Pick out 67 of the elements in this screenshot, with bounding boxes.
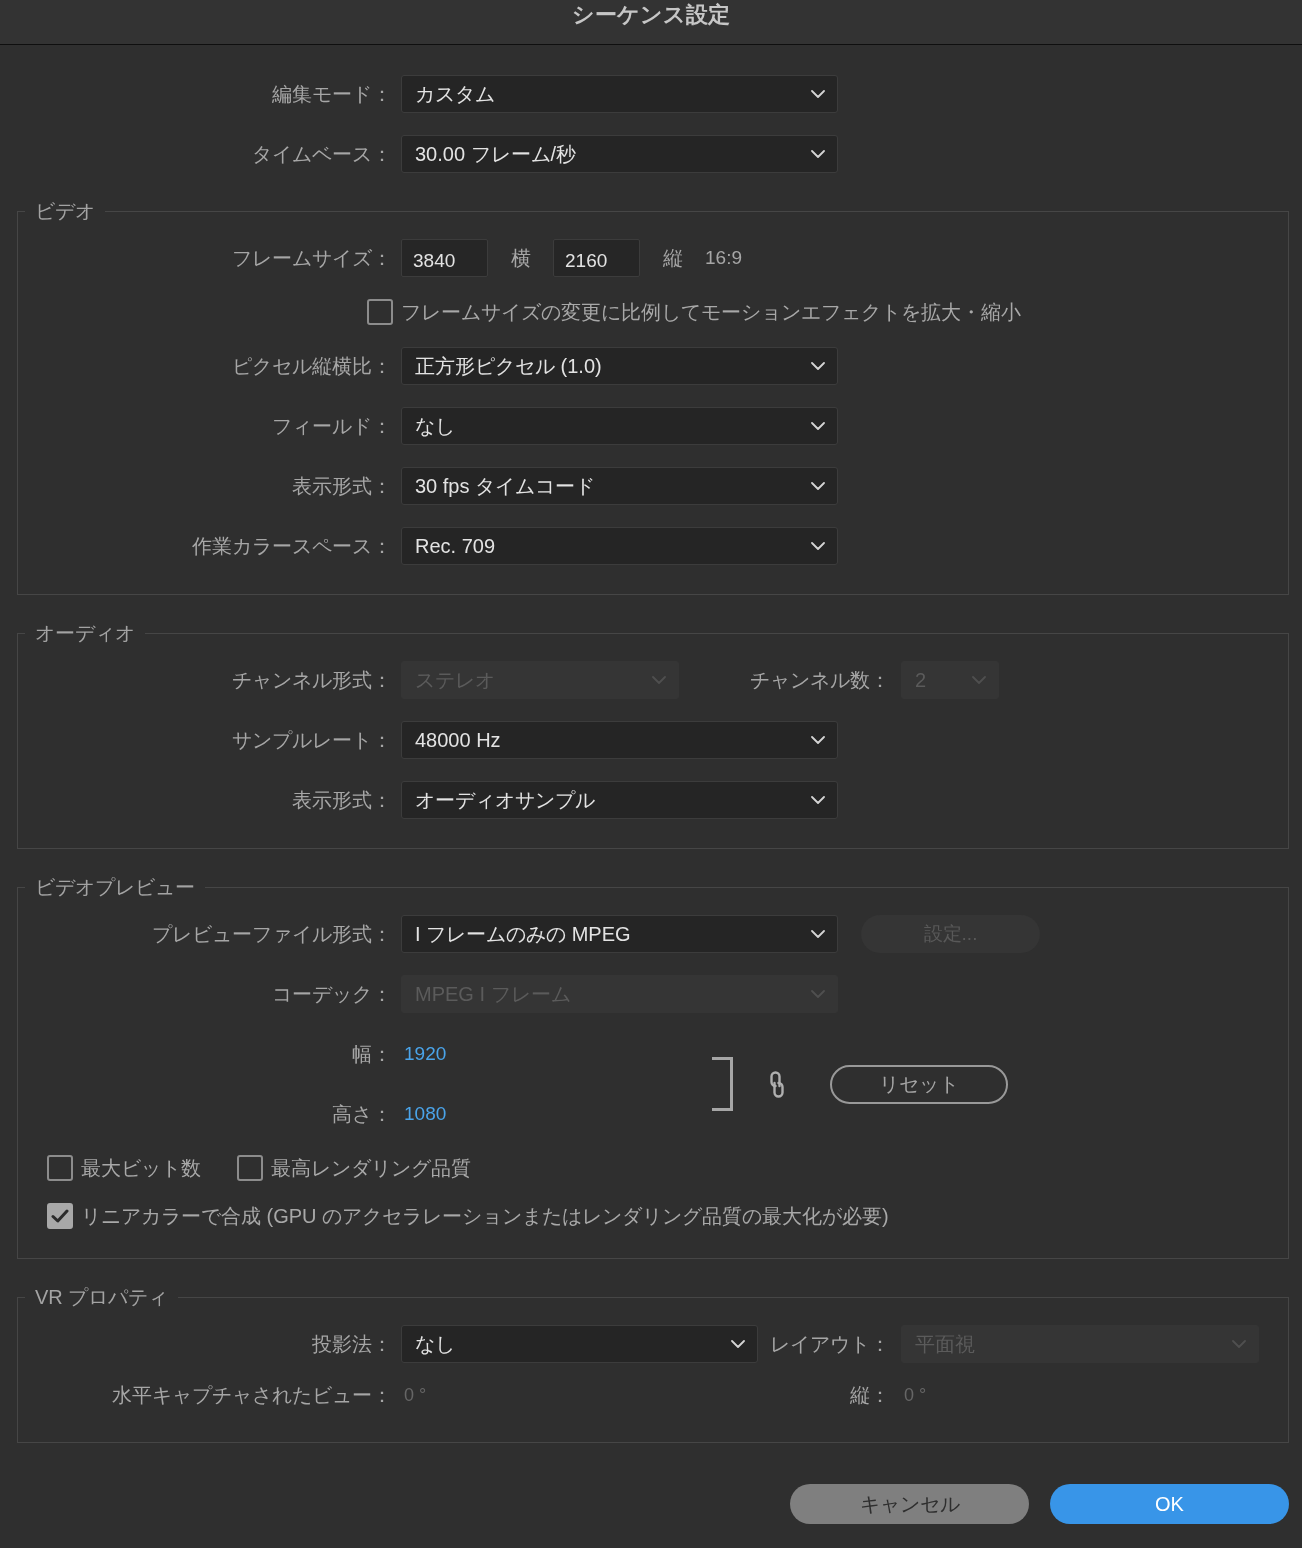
caret-icon — [811, 90, 825, 98]
dropdown[interactable]: 48000 Hz — [401, 721, 838, 759]
caret-icon — [811, 990, 825, 998]
field-label: サンプルレート： — [231, 727, 392, 753]
number-field[interactable]: 2160 — [553, 239, 640, 277]
checkbox[interactable] — [367, 299, 393, 325]
dropdown[interactable]: なし — [401, 407, 838, 445]
caret-icon — [1232, 1340, 1246, 1348]
caret-icon — [811, 542, 825, 550]
caret-icon — [811, 482, 825, 490]
field-label: 幅： — [351, 1041, 392, 1067]
caret-icon — [731, 1340, 745, 1348]
checkbox-label: 最大ビット数 — [81, 1155, 201, 1181]
field-label: タイムベース： — [251, 141, 392, 167]
dimension-value[interactable]: 1920 — [404, 1043, 447, 1065]
unit-label: 横 — [511, 245, 531, 271]
field-label: 水平キャプチャされたビュー： — [111, 1382, 392, 1408]
section-legend: VR プロパティ — [25, 1285, 179, 1309]
field-label: プレビューファイル形式： — [151, 921, 392, 947]
field-label: レイアウト： — [770, 1331, 890, 1357]
field-label: フレームサイズ： — [231, 245, 392, 271]
caret-icon — [811, 362, 825, 370]
checkbox[interactable] — [237, 1155, 263, 1181]
section-legend: ビデオ — [25, 199, 105, 223]
dropdown[interactable]: なし — [401, 1325, 758, 1363]
aspect-ratio-label: 16:9 — [705, 247, 742, 269]
field-label: チャンネル数： — [750, 667, 890, 693]
field-label: 投影法： — [311, 1331, 392, 1357]
caret-icon — [972, 676, 986, 684]
number-field[interactable]: 3840 — [401, 239, 488, 277]
dropdown[interactable]: Rec. 709 — [401, 527, 838, 565]
dropdown[interactable]: 正方形ピクセル (1.0) — [401, 347, 838, 385]
checkbox-label: 最高レンダリング品質 — [271, 1155, 471, 1181]
caret-icon — [811, 422, 825, 430]
section-legend: オーディオ — [25, 621, 145, 645]
dropdown[interactable]: I フレームのみの MPEG — [401, 915, 838, 953]
field-label: ピクセル縦横比： — [231, 353, 392, 379]
caret-icon — [811, 736, 825, 744]
checkbox-label: フレームサイズの変更に比例してモーションエフェクトを拡大・縮小 — [401, 299, 1021, 325]
dropdown[interactable]: オーディオサンプル — [401, 781, 838, 819]
bracket-icon — [712, 1057, 733, 1111]
field-label: チャンネル形式： — [231, 667, 392, 693]
reset-button[interactable]: リセット — [830, 1064, 1008, 1104]
window-title: シーケンス設定 — [572, 2, 730, 28]
check-icon — [51, 1209, 69, 1223]
field-label: 表示形式： — [291, 787, 392, 813]
link-icon[interactable] — [770, 1069, 784, 1099]
field-label: 作業カラースペース： — [191, 533, 392, 559]
dropdown[interactable]: 30.00 フレーム/秒 — [401, 135, 838, 173]
section-legend: ビデオプレビュー — [25, 875, 205, 899]
field-label: フィールド： — [271, 413, 392, 439]
field-label: コーデック： — [271, 981, 392, 1007]
dimension-value[interactable]: 1080 — [404, 1103, 447, 1125]
field-label: 高さ： — [331, 1101, 392, 1127]
field-label: 表示形式： — [291, 473, 392, 499]
checkbox[interactable] — [47, 1155, 73, 1181]
dropdown[interactable]: カスタム — [401, 75, 838, 113]
caret-icon — [811, 150, 825, 158]
unit-label: 縦 — [663, 245, 683, 271]
field-label: 編集モード： — [271, 81, 392, 107]
dropdown[interactable]: 30 fps タイムコード — [401, 467, 838, 505]
caret-icon — [811, 796, 825, 804]
checkbox-label: リニアカラーで合成 (GPU のアクセラレーションまたはレンダリング品質の最大化が必要) — [81, 1203, 889, 1229]
field-label: 縦： — [850, 1382, 890, 1408]
checkbox[interactable] — [47, 1203, 73, 1229]
caret-icon — [811, 930, 825, 938]
caret-icon — [652, 676, 666, 684]
